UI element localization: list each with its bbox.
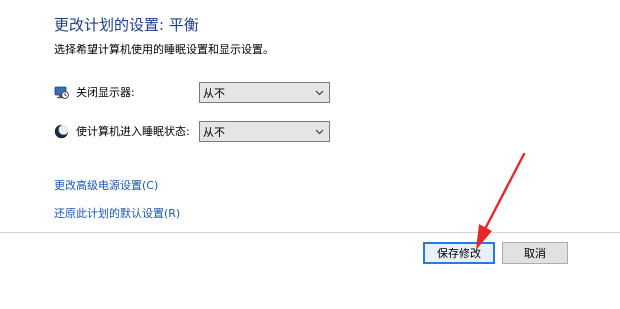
- cancel-button[interactable]: 取消: [502, 242, 568, 264]
- display-off-label: 关闭显示器:: [76, 86, 135, 99]
- sleep-setting-row: 使计算机进入睡眠状态:: [54, 120, 190, 142]
- display-off-select-value: 从不: [203, 86, 225, 100]
- page-title: 更改计划的设置: 平衡: [54, 16, 199, 34]
- sleep-label: 使计算机进入睡眠状态:: [76, 125, 190, 138]
- display-off-select[interactable]: 从不: [199, 82, 330, 103]
- sleep-select-value: 从不: [203, 125, 225, 139]
- monitor-clock-icon: [54, 86, 69, 99]
- save-changes-button[interactable]: 保存修改: [423, 242, 495, 264]
- chevron-down-icon: [315, 90, 324, 96]
- restore-defaults-link[interactable]: 还原此计划的默认设置(R): [54, 205, 180, 221]
- sleep-select[interactable]: 从不: [199, 121, 330, 142]
- moon-sleep-icon: [54, 124, 69, 138]
- display-off-setting-row: 关闭显示器:: [54, 81, 135, 103]
- chevron-down-icon: [315, 129, 324, 135]
- power-plan-settings-window: 更改计划的设置: 平衡 选择希望计算机使用的睡眠设置和显示设置。 关闭显示器: …: [0, 0, 620, 309]
- page-subtitle: 选择希望计算机使用的睡眠设置和显示设置。: [54, 43, 274, 56]
- advanced-power-settings-link[interactable]: 更改高级电源设置(C): [54, 177, 158, 193]
- footer-divider: [0, 232, 620, 233]
